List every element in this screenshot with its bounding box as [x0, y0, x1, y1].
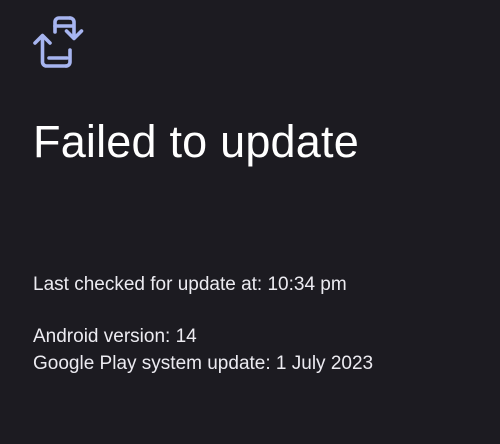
play-system-update-text: Google Play system update: 1 July 2023 [33, 353, 374, 374]
system-update-icon [33, 12, 91, 72]
system-update-screen: Failed to update Last checked for update… [0, 0, 500, 444]
last-checked-text: Last checked for update at: 10:34 pm [33, 274, 347, 295]
android-version-text: Android version: 14 [33, 326, 197, 347]
page-title: Failed to update [33, 116, 359, 167]
